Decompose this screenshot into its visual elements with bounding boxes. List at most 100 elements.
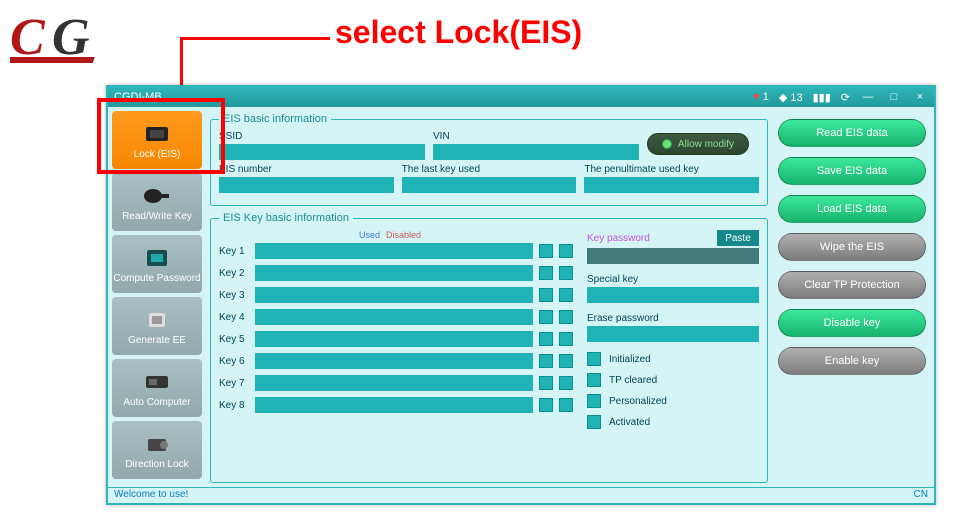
used-checkbox[interactable] <box>539 398 553 412</box>
penultimate-key-field[interactable] <box>584 177 759 193</box>
eis-icon <box>140 121 174 147</box>
ssid-label: SSID <box>219 131 425 142</box>
panel-legend: EIS basic information <box>219 113 331 125</box>
disable-key-button[interactable]: Disable key <box>778 309 926 337</box>
key-row: Key 8 <box>219 397 573 413</box>
special-key-label: Special key <box>587 274 759 285</box>
sidebar-item-generate-ee[interactable]: Generate EE <box>112 297 202 355</box>
used-checkbox[interactable] <box>539 354 553 368</box>
special-key-field[interactable] <box>587 287 759 303</box>
disabled-checkbox[interactable] <box>559 398 573 412</box>
panel-legend: EIS Key basic information <box>219 212 353 224</box>
disabled-checkbox[interactable] <box>559 244 573 258</box>
key-field[interactable] <box>255 331 533 347</box>
key-row: Key 1 <box>219 243 573 259</box>
eis-number-label: EIS number <box>219 164 394 175</box>
erase-password-field[interactable] <box>587 326 759 342</box>
used-header: Used <box>359 230 380 240</box>
sidebar-item-read-write-key[interactable]: Read/Write Key <box>112 173 202 231</box>
initialized-checkbox[interactable] <box>587 352 601 366</box>
key-field[interactable] <box>255 309 533 325</box>
key-field[interactable] <box>255 397 533 413</box>
lock-icon <box>140 431 174 457</box>
disabled-checkbox[interactable] <box>559 266 573 280</box>
sidebar-item-auto-computer[interactable]: Auto Computer <box>112 359 202 417</box>
key-field[interactable] <box>255 375 533 391</box>
heart-icon: ♥ 1 <box>753 91 769 103</box>
activated-checkbox[interactable] <box>587 415 601 429</box>
sidebar-item-label: Auto Computer <box>123 397 190 408</box>
key-field[interactable] <box>255 243 533 259</box>
annotation-arrow <box>180 37 183 92</box>
annotation-arrow <box>180 37 330 40</box>
key-field[interactable] <box>255 287 533 303</box>
eis-key-info-panel: EIS Key basic information Used Disabled … <box>210 212 768 483</box>
disabled-header: Disabled <box>386 230 421 240</box>
used-checkbox[interactable] <box>539 266 553 280</box>
vin-field[interactable] <box>433 144 639 160</box>
chip-icon <box>140 307 174 333</box>
disabled-checkbox[interactable] <box>559 376 573 390</box>
sidebar-item-lock-eis[interactable]: Lock (EIS) <box>112 111 202 169</box>
personalized-checkbox[interactable] <box>587 394 601 408</box>
key-row: Key 2 <box>219 265 573 281</box>
key-password-field[interactable] <box>587 248 759 264</box>
paste-button[interactable]: Paste <box>717 230 759 246</box>
minimize-button[interactable]: — <box>860 91 876 103</box>
sidebar-item-direction-lock[interactable]: Direction Lock <box>112 421 202 479</box>
tp-cleared-checkbox[interactable] <box>587 373 601 387</box>
clear-tp-button[interactable]: Clear TP Protection <box>778 271 926 299</box>
used-checkbox[interactable] <box>539 244 553 258</box>
maximize-button[interactable]: □ <box>886 91 902 103</box>
ecu-icon <box>140 369 174 395</box>
disabled-checkbox[interactable] <box>559 332 573 346</box>
window-title: CGDI-MB <box>114 91 162 103</box>
diamond-icon: ◆ 13 <box>779 91 803 104</box>
key-row: Key 3 <box>219 287 573 303</box>
sidebar-item-label: Direction Lock <box>125 459 188 470</box>
ssid-field[interactable] <box>219 144 425 160</box>
used-checkbox[interactable] <box>539 332 553 346</box>
used-checkbox[interactable] <box>539 310 553 324</box>
read-eis-button[interactable]: Read EIS data <box>778 119 926 147</box>
key-field[interactable] <box>255 353 533 369</box>
disabled-checkbox[interactable] <box>559 310 573 324</box>
enable-key-button[interactable]: Enable key <box>778 347 926 375</box>
settings-icon[interactable]: ⟳ <box>841 91 850 104</box>
allow-modify-button[interactable]: Allow modify <box>647 133 749 155</box>
key-icon <box>140 183 174 209</box>
save-eis-button[interactable]: Save EIS data <box>778 157 926 185</box>
key-row: Key 7 <box>219 375 573 391</box>
sidebar-item-compute-password[interactable]: Compute Password <box>112 235 202 293</box>
eis-number-field[interactable] <box>219 177 394 193</box>
sidebar-item-label: Generate EE <box>128 335 186 346</box>
sidebar-item-label: Compute Password <box>113 273 200 284</box>
status-bar: Welcome to use! CN <box>108 487 934 503</box>
close-button[interactable]: × <box>912 91 928 103</box>
sidebar-item-label: Lock (EIS) <box>134 149 181 160</box>
status-dot-icon <box>662 139 672 149</box>
key-row: Key 5 <box>219 331 573 347</box>
status-message: Welcome to use! <box>114 489 188 502</box>
last-key-field[interactable] <box>402 177 577 193</box>
vin-label: VIN <box>433 131 639 142</box>
cg-logo: C G <box>10 10 135 70</box>
key-password-label: Key password <box>587 233 650 244</box>
last-key-label: The last key used <box>402 164 577 175</box>
disabled-checkbox[interactable] <box>559 354 573 368</box>
disabled-checkbox[interactable] <box>559 288 573 302</box>
wipe-eis-button[interactable]: Wipe the EIS <box>778 233 926 261</box>
status-locale: CN <box>914 489 928 502</box>
used-checkbox[interactable] <box>539 288 553 302</box>
sidebar: Lock (EIS) Read/Write Key Compute Passwo… <box>108 107 206 487</box>
used-checkbox[interactable] <box>539 376 553 390</box>
key-field[interactable] <box>255 265 533 281</box>
erase-password-label: Erase password <box>587 313 759 324</box>
titlebar: CGDI-MB ♥ 1 ◆ 13 ▮▮▮ ⟳ — □ × <box>108 87 934 107</box>
key-row: Key 4 <box>219 309 573 325</box>
load-eis-button[interactable]: Load EIS data <box>778 195 926 223</box>
eis-basic-info-panel: EIS basic information SSID VIN <box>210 113 768 206</box>
penultimate-key-label: The penultimate used key <box>584 164 759 175</box>
cpu-icon <box>140 245 174 271</box>
app-window: CGDI-MB ♥ 1 ◆ 13 ▮▮▮ ⟳ — □ × Lock (EIS) <box>106 85 936 505</box>
